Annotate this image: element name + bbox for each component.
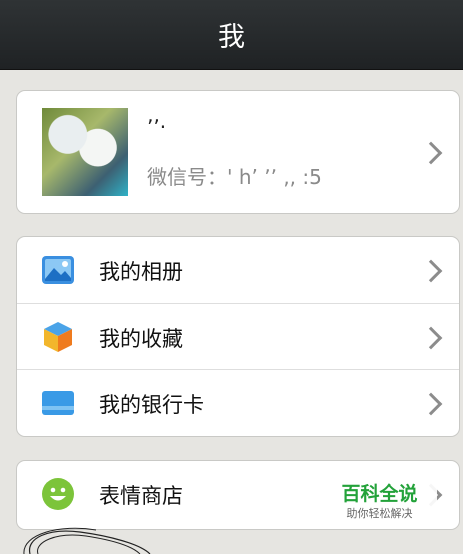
watermark-title: 百科全说 bbox=[341, 483, 418, 505]
avatar[interactable] bbox=[42, 108, 128, 196]
menu-item-label: 我的收藏 bbox=[99, 327, 183, 351]
chevron-right-icon bbox=[419, 392, 443, 416]
menu-item-label: 我的相册 bbox=[99, 260, 183, 284]
chevron-right-icon bbox=[419, 259, 443, 283]
menu-group-wallet: 我的相册 我的收藏 我的银行卡 bbox=[16, 236, 460, 437]
watermark-subtitle: 助你轻松解决 bbox=[346, 507, 413, 520]
chevron-right-icon bbox=[419, 141, 443, 165]
smiley-icon bbox=[42, 478, 74, 510]
nickname: ʼʼ· bbox=[147, 115, 167, 139]
photo-album-icon bbox=[42, 256, 74, 284]
bank-card-icon bbox=[42, 391, 74, 415]
wechat-id: 微信号：' h’ ʼʼ ,, :5 bbox=[147, 161, 322, 190]
chevron-right-icon bbox=[419, 326, 443, 350]
watermark: 百科全说 助你轻松解决 bbox=[322, 480, 437, 526]
page-title: 我 bbox=[218, 22, 245, 53]
menu-item-label: 我的银行卡 bbox=[99, 393, 204, 417]
menu-item-my-album[interactable]: 我的相册 bbox=[17, 237, 459, 303]
favorites-cube-icon bbox=[44, 322, 72, 352]
scribble-mark bbox=[23, 527, 151, 554]
title-bar: 我 bbox=[0, 0, 463, 70]
profile-card[interactable]: ʼʼ· 微信号：' h’ ʼʼ ,, :5 bbox=[16, 90, 460, 214]
menu-item-my-bank-card[interactable]: 我的银行卡 bbox=[17, 369, 459, 436]
wechat-id-label: 微信号： bbox=[147, 165, 227, 189]
menu-item-my-favorites[interactable]: 我的收藏 bbox=[17, 303, 459, 370]
menu-item-label: 表情商店 bbox=[99, 484, 183, 508]
wechat-id-value: ' h’ ʼʼ ,, :5 bbox=[227, 165, 322, 189]
